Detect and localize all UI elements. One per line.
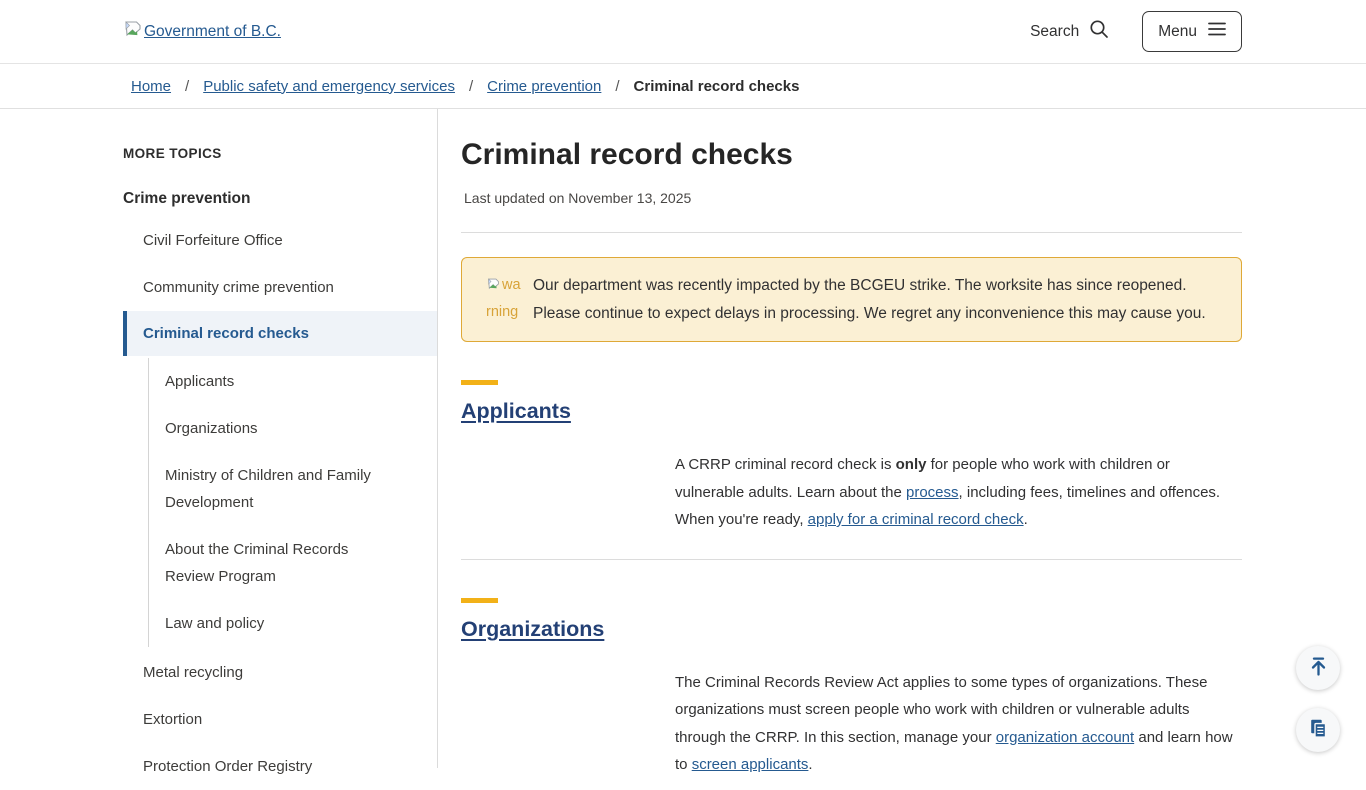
text: . — [808, 756, 812, 773]
sidebar-subitem-organizations[interactable]: Organizations — [165, 405, 400, 452]
sidebar-subitem-law-and-policy[interactable]: Law and policy — [165, 600, 400, 647]
organizations-heading: Organizations — [461, 616, 1242, 643]
hamburger-icon — [1208, 22, 1226, 41]
main-content: Criminal record checks Last updated on N… — [438, 109, 1366, 768]
warning-alert: warning Our department was recently impa… — [461, 257, 1242, 342]
menu-label: Menu — [1158, 23, 1197, 41]
menu-button[interactable]: Menu — [1142, 11, 1242, 52]
sidebar: MORE TOPICS Crime prevention Civil Forfe… — [0, 109, 438, 768]
breadcrumb-current-page: Criminal record checks — [634, 78, 800, 95]
breadcrumb-separator: / — [615, 78, 619, 95]
search-label: Search — [1030, 23, 1079, 41]
search-button[interactable]: Search — [1024, 17, 1116, 46]
gold-accent-bar — [461, 598, 498, 603]
organizations-section: Organizations The Criminal Records Revie… — [461, 598, 1242, 779]
section-divider — [461, 559, 1242, 560]
sidebar-heading: MORE TOPICS — [123, 146, 437, 161]
sidebar-section-title: Crime prevention — [123, 190, 437, 208]
applicants-heading: Applicants — [461, 398, 1242, 425]
warning-broken-image-icon — [486, 277, 502, 293]
organizations-heading-link[interactable]: Organizations — [461, 617, 604, 641]
sidebar-subitem-applicants[interactable]: Applicants — [165, 358, 400, 405]
gold-accent-bar — [461, 380, 498, 385]
applicants-heading-link[interactable]: Applicants — [461, 399, 571, 423]
arrow-up-to-line-icon — [1308, 656, 1329, 680]
sidebar-item-community-crime-prevention[interactable]: Community crime prevention — [123, 264, 437, 311]
breadcrumb-separator: / — [469, 78, 473, 95]
sidebar-nav: Civil Forfeiture Office Community crime … — [123, 217, 437, 790]
breadcrumb-crime-prevention[interactable]: Crime prevention — [487, 78, 601, 95]
screen-applicants-link[interactable]: screen applicants — [692, 756, 809, 773]
organizations-paragraph: The Criminal Records Review Act applies … — [675, 669, 1242, 779]
sidebar-subitem-about-crrp[interactable]: About the Criminal Records Review Progra… — [165, 526, 400, 600]
breadcrumb: Home / Public safety and emergency servi… — [0, 63, 1366, 109]
broken-image-icon — [123, 19, 143, 44]
page-title: Criminal record checks — [461, 137, 1242, 173]
text: . — [1024, 511, 1028, 528]
warning-alert-image: warning — [486, 272, 522, 327]
sidebar-subitem-mcfd[interactable]: Ministry of Children and Family Developm… — [165, 452, 400, 526]
sidebar-item-metal-recycling[interactable]: Metal recycling — [123, 649, 437, 696]
bold-text: only — [896, 456, 927, 473]
breadcrumb-home[interactable]: Home — [131, 78, 171, 95]
warning-alert-message: Our department was recently impacted by … — [533, 272, 1221, 327]
header: Government of B.C. Search Menu — [0, 0, 1366, 63]
organization-account-link[interactable]: organization account — [996, 729, 1134, 746]
breadcrumb-separator: / — [185, 78, 189, 95]
applicants-paragraph: A CRRP criminal record check is only for… — [675, 451, 1242, 534]
sidebar-item-extortion[interactable]: Extortion — [123, 696, 437, 743]
search-icon — [1088, 18, 1110, 45]
copy-button[interactable] — [1296, 708, 1340, 752]
copy-pages-icon — [1308, 718, 1329, 742]
sidebar-item-criminal-record-checks[interactable]: Criminal record checks — [123, 311, 437, 356]
content-wrap: MORE TOPICS Crime prevention Civil Forfe… — [0, 109, 1366, 768]
text: A CRRP criminal record check is — [675, 456, 896, 473]
apply-for-criminal-record-check-link[interactable]: apply for a criminal record check — [808, 511, 1024, 528]
process-link[interactable]: process — [906, 484, 959, 501]
scroll-to-top-button[interactable] — [1296, 646, 1340, 690]
breadcrumb-public-safety[interactable]: Public safety and emergency services — [203, 78, 455, 95]
sidebar-item-protection-order-registry[interactable]: Protection Order Registry — [123, 743, 437, 790]
title-divider — [461, 232, 1242, 233]
sidebar-item-civil-forfeiture[interactable]: Civil Forfeiture Office — [123, 217, 437, 264]
logo-link[interactable]: Government of B.C. — [123, 19, 281, 44]
header-actions: Search Menu — [1024, 11, 1242, 52]
applicants-section: Applicants A CRRP criminal record check … — [461, 380, 1242, 534]
last-updated: Last updated on November 13, 2025 — [461, 190, 1242, 206]
sidebar-sublist: Applicants Organizations Ministry of Chi… — [148, 358, 400, 647]
logo-alt-text: Government of B.C. — [144, 23, 281, 41]
